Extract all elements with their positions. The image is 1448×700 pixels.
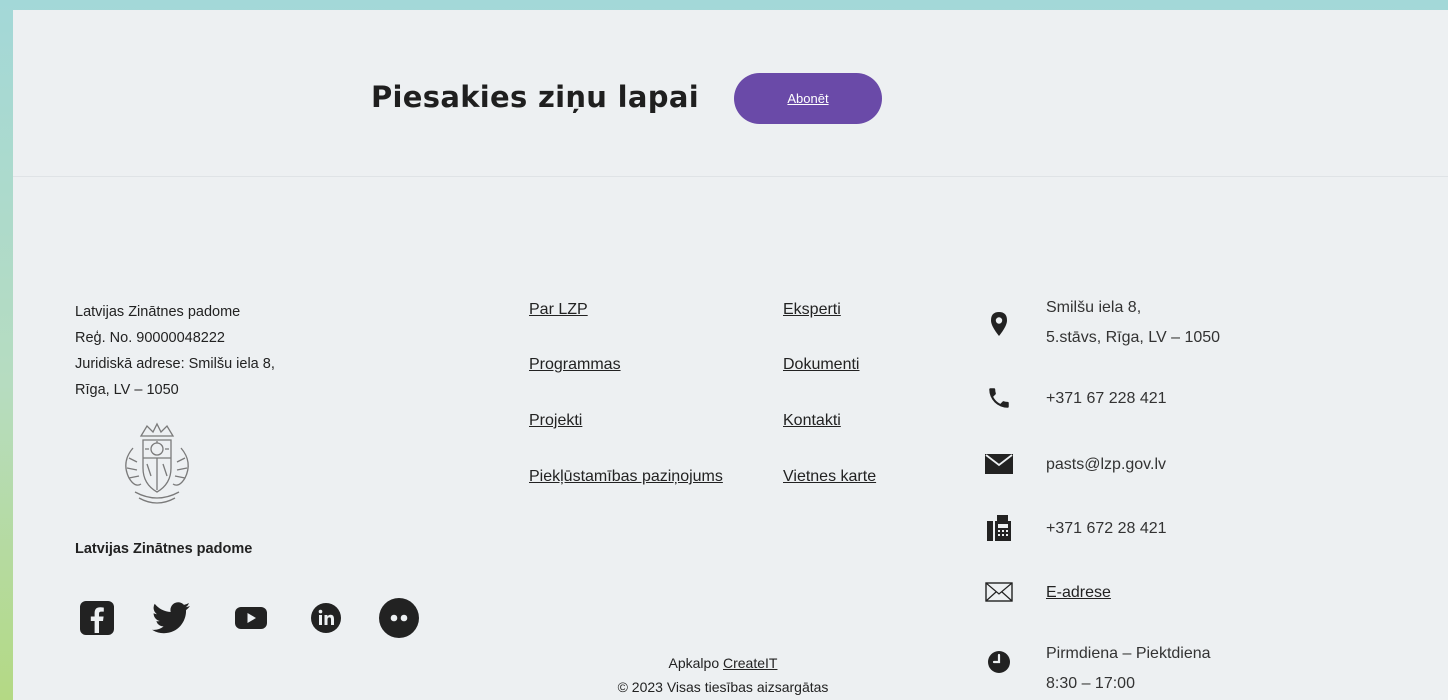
nav-link-par-lzp[interactable]: Par LZP [529,301,588,319]
working-days: Pirmdiena – Piektdiena [1046,645,1211,662]
nav-link-eksperti[interactable]: Eksperti [783,301,841,319]
nav-link-dokumenti[interactable]: Dokumenti [783,356,859,374]
phone-number: +371 67 228 421 [1046,390,1167,407]
nav-link-kontakti[interactable]: Kontakti [783,412,841,430]
newsletter-title: Piesakies ziņu lapai [371,80,699,114]
newsletter-section: Piesakies ziņu lapai Abonēt [13,10,1448,177]
coat-of-arms-logo [111,418,203,510]
org-line-reg: Reģ. No. 90000048222 [75,330,225,346]
phone-icon [983,384,1015,412]
clock-icon [983,648,1015,676]
organization-name: Latvijas Zinātnes padome [75,541,253,557]
nav-link-programmas[interactable]: Programmas [529,356,621,374]
serviced-by: Apkalpo CreateIT [573,651,873,675]
e-address-link[interactable]: E-adrese [1046,579,1111,607]
flickr-icon[interactable] [377,596,421,640]
createit-link[interactable]: CreateIT [723,655,777,671]
nav-link-sitemap[interactable]: Vietnes karte [783,468,876,486]
location-pin-icon [983,310,1015,338]
subscribe-button[interactable]: Abonēt [734,73,882,124]
copyright: © 2023 Visas tiesības aizsargātas [617,679,829,695]
org-line-name: Latvijas Zinātnes padome [75,304,241,320]
serviced-by-label: Apkalpo [668,655,723,671]
footer-credits: Apkalpo CreateIT © 2023 Visas tiesības a… [573,651,873,699]
organization-info: Latvijas Zinātnes padome Reģ. No. 900000… [75,299,275,403]
fax-number: +371 672 28 421 [1046,520,1167,537]
facebook-icon[interactable] [75,596,119,640]
address-line-2: 5.stāvs, Rīga, LV – 1050 [1046,329,1221,346]
envelope-icon [983,450,1015,478]
fax-icon [983,514,1015,542]
org-line-city: Rīga, LV – 1050 [75,382,179,398]
linkedin-icon[interactable] [304,596,348,640]
envelope-outline-icon [983,578,1015,606]
nav-link-accessibility-statement[interactable]: Piekļūstamības paziņojums [529,468,723,486]
nav-link-projekti[interactable]: Projekti [529,412,582,430]
address-line-1: Smilšu iela 8, [1046,299,1142,316]
youtube-icon[interactable] [229,596,273,640]
org-line-legal-address: Juridiskā adrese: Smilšu iela 8, [75,356,275,372]
twitter-icon[interactable] [149,596,193,640]
email-address: pasts@lzp.gov.lv [1046,456,1166,473]
footer-panel: Piesakies ziņu lapai Abonēt Latvijas Zin… [13,10,1448,700]
working-hours: 8:30 – 17:00 [1046,675,1135,692]
